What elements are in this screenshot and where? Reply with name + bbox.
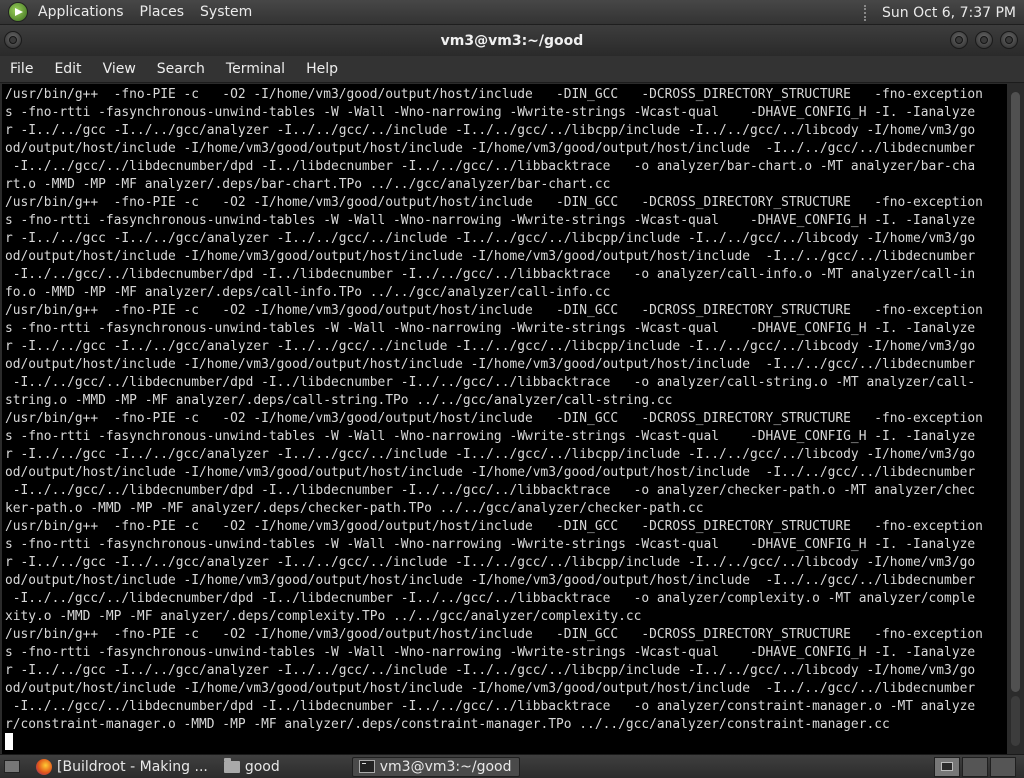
- menu-file[interactable]: File: [0, 61, 44, 77]
- menu-help[interactable]: Help: [296, 61, 349, 77]
- scrollbar-track-end: [1011, 696, 1020, 746]
- terminal-line: ker-path.o -MMD -MP -MF analyzer/.deps/c…: [5, 501, 704, 516]
- window-menu-icon[interactable]: [4, 31, 22, 49]
- terminal-line: string.o -MMD -MP -MF analyzer/.deps/cal…: [5, 393, 673, 408]
- workspace-2[interactable]: [962, 757, 988, 777]
- menu-system[interactable]: System: [192, 4, 260, 20]
- terminal-line: -I../../gcc/../libdecnumber/dpd -I../lib…: [5, 159, 976, 174]
- firefox-icon: [36, 758, 52, 775]
- menu-applications[interactable]: Applications: [30, 4, 132, 20]
- terminal-line: r -I../../gcc -I../../gcc/analyzer -I../…: [5, 447, 976, 462]
- terminal-line: -I../../gcc/../libdecnumber/dpd -I../lib…: [5, 591, 976, 606]
- window-titlebar[interactable]: vm3@vm3:~/good: [0, 25, 1024, 56]
- terminal-line: xity.o -MMD -MP -MF analyzer/.deps/compl…: [5, 609, 642, 624]
- panel-right: Sun Oct 6, 7:37 PM: [864, 0, 1016, 25]
- terminal-line: /usr/bin/g++ -fno-PIE -c -O2 -I/home/vm3…: [5, 411, 983, 426]
- task-label: vm3@vm3:~/good: [379, 758, 512, 775]
- terminal-line: r/constraint-manager.o -MMD -MP -MF anal…: [5, 717, 890, 732]
- menu-search[interactable]: Search: [147, 61, 216, 77]
- terminal-line: r -I../../gcc -I../../gcc/analyzer -I../…: [5, 663, 976, 678]
- terminal-line: /usr/bin/g++ -fno-PIE -c -O2 -I/home/vm3…: [5, 519, 983, 534]
- show-desktop-icon[interactable]: [4, 760, 20, 773]
- folder-icon: [223, 757, 240, 773]
- terminal-line: -I../../gcc/../libdecnumber/dpd -I../lib…: [5, 699, 976, 714]
- terminal-line: s -fno-rtti -fasynchronous-unwind-tables…: [5, 213, 976, 228]
- terminal-line: r -I../../gcc -I../../gcc/analyzer -I../…: [5, 123, 976, 138]
- terminal-line: od/output/host/include -I/home/vm3/good/…: [5, 141, 976, 156]
- terminal-cursor: [5, 733, 13, 750]
- task-label: good: [244, 758, 280, 775]
- minimize-icon[interactable]: [950, 31, 968, 49]
- terminal-line: -I../../gcc/../libdecnumber/dpd -I../lib…: [5, 483, 976, 498]
- workspace-3[interactable]: [990, 757, 1016, 777]
- terminal-output[interactable]: /usr/bin/g++ -fno-PIE -c -O2 -I/home/vm3…: [2, 84, 1007, 754]
- terminal-menubar: File Edit View Search Terminal Help: [0, 56, 1024, 83]
- scrollbar-thumb[interactable]: [1011, 92, 1020, 692]
- terminal-line: od/output/host/include -I/home/vm3/good/…: [5, 573, 976, 588]
- applications-logo-icon[interactable]: [8, 2, 28, 22]
- terminal-line: /usr/bin/g++ -fno-PIE -c -O2 -I/home/vm3…: [5, 627, 983, 642]
- terminal-line: r -I../../gcc -I../../gcc/analyzer -I../…: [5, 231, 976, 246]
- task-firefox[interactable]: [Buildroot - Making ...: [30, 757, 214, 777]
- menu-places[interactable]: Places: [132, 4, 193, 20]
- close-icon[interactable]: [1000, 31, 1018, 49]
- task-folder[interactable]: good: [218, 757, 286, 777]
- menu-view[interactable]: View: [93, 61, 147, 77]
- maximize-icon[interactable]: [975, 31, 993, 49]
- menu-edit[interactable]: Edit: [44, 61, 92, 77]
- terminal-line: /usr/bin/g++ -fno-PIE -c -O2 -I/home/vm3…: [5, 303, 983, 318]
- terminal-icon: [358, 760, 375, 773]
- terminal-line: od/output/host/include -I/home/vm3/good/…: [5, 249, 976, 264]
- menu-terminal[interactable]: Terminal: [216, 61, 296, 77]
- task-terminal[interactable]: vm3@vm3:~/good: [351, 756, 520, 777]
- task-label: [Buildroot - Making ...: [57, 758, 208, 775]
- terminal-line: od/output/host/include -I/home/vm3/good/…: [5, 465, 976, 480]
- terminal-line: s -fno-rtti -fasynchronous-unwind-tables…: [5, 105, 976, 120]
- terminal-line: s -fno-rtti -fasynchronous-unwind-tables…: [5, 537, 976, 552]
- window-title: vm3@vm3:~/good: [440, 32, 584, 49]
- terminal-line: /usr/bin/g++ -fno-PIE -c -O2 -I/home/vm3…: [5, 195, 983, 210]
- terminal-line: od/output/host/include -I/home/vm3/good/…: [5, 681, 976, 696]
- terminal-line: s -fno-rtti -fasynchronous-unwind-tables…: [5, 429, 976, 444]
- bottom-taskbar: [Buildroot - Making ... good vm3@vm3:~/g…: [0, 754, 1024, 778]
- terminal-line: s -fno-rtti -fasynchronous-unwind-tables…: [5, 645, 976, 660]
- terminal-scrollbar[interactable]: [1007, 84, 1024, 754]
- terminal-line: -I../../gcc/../libdecnumber/dpd -I../lib…: [5, 267, 976, 282]
- panel-handle-icon[interactable]: [864, 4, 874, 21]
- workspace-switcher[interactable]: [934, 757, 1016, 777]
- terminal-line: od/output/host/include -I/home/vm3/good/…: [5, 357, 976, 372]
- terminal-line: rt.o -MMD -MP -MF analyzer/.deps/bar-cha…: [5, 177, 611, 192]
- terminal-line: fo.o -MMD -MP -MF analyzer/.deps/call-in…: [5, 285, 611, 300]
- terminal-line: /usr/bin/g++ -fno-PIE -c -O2 -I/home/vm3…: [5, 87, 983, 102]
- clock[interactable]: Sun Oct 6, 7:37 PM: [882, 5, 1016, 21]
- terminal-text: /usr/bin/g++ -fno-PIE -c -O2 -I/home/vm3…: [2, 84, 1007, 734]
- top-panel: Applications Places System Sun Oct 6, 7:…: [0, 0, 1024, 25]
- terminal-line: r -I../../gcc -I../../gcc/analyzer -I../…: [5, 339, 976, 354]
- workspace-1[interactable]: [934, 757, 960, 777]
- terminal-line: s -fno-rtti -fasynchronous-unwind-tables…: [5, 321, 976, 336]
- terminal-line: -I../../gcc/../libdecnumber/dpd -I../lib…: [5, 375, 976, 390]
- terminal-line: r -I../../gcc -I../../gcc/analyzer -I../…: [5, 555, 976, 570]
